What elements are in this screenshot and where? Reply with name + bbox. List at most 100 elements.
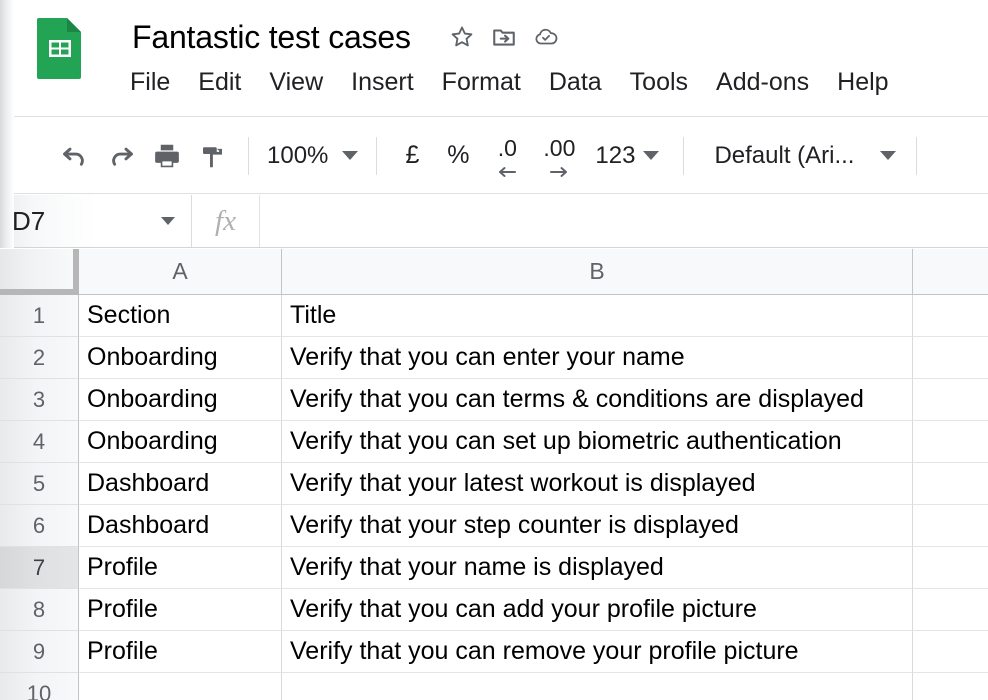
title-row: Fantastic test cases [132,12,559,62]
app-header: Fantastic test cases [0,0,988,117]
toolbar-separator-2 [376,137,377,175]
cell-A2[interactable]: Onboarding [79,337,282,379]
menu-add-ons[interactable]: Add-ons [702,68,823,97]
menu-help[interactable]: Help [823,68,902,97]
name-box-value: D7 [0,206,161,237]
currency-format-button[interactable]: £ [389,133,435,179]
paint-format-button[interactable] [190,133,236,179]
title-action-icons [449,24,559,50]
cell-B10[interactable] [282,673,913,700]
select-all-corner[interactable] [0,249,79,295]
grid-rows: 1SectionTitle2OnboardingVerify that you … [0,295,988,700]
zoom-dropdown[interactable]: 100% [261,133,364,179]
toolbar-separator-3 [683,137,684,175]
cell-A5[interactable]: Dashboard [79,463,282,505]
table-row: 4OnboardingVerify that you can set up bi… [0,421,988,463]
cell-A1[interactable]: Section [79,295,282,337]
cell-C9[interactable] [913,631,988,673]
cell-B3[interactable]: Verify that you can terms & conditions a… [282,379,913,421]
cell-A10[interactable] [79,673,282,700]
cell-A9[interactable]: Profile [79,631,282,673]
arrow-right-icon [533,166,585,178]
cell-C5[interactable] [913,463,988,505]
row-header[interactable]: 5 [0,463,79,505]
menu-data[interactable]: Data [535,68,616,97]
cell-C6[interactable] [913,505,988,547]
row-header[interactable]: 7 [0,547,79,589]
table-row: 3OnboardingVerify that you can terms & c… [0,379,988,421]
row-header[interactable]: 1 [0,295,79,337]
column-header-c[interactable] [913,249,988,295]
menu-view[interactable]: View [255,68,337,97]
cell-B1[interactable]: Title [282,295,913,337]
row-header[interactable]: 9 [0,631,79,673]
cell-B7[interactable]: Verify that your name is displayed [282,547,913,589]
fx-button[interactable]: fx [192,195,260,247]
cell-C3[interactable] [913,379,988,421]
table-row: 5DashboardVerify that your latest workou… [0,463,988,505]
redo-button[interactable] [98,133,144,179]
menu-file[interactable]: File [130,68,184,97]
toolbar-separator-4 [916,137,917,175]
table-row: 9ProfileVerify that you can remove your … [0,631,988,673]
decrease-decimal-label: .0 [481,135,533,162]
decrease-decimal-button[interactable]: .0 [481,133,533,179]
row-header[interactable]: 4 [0,421,79,463]
chevron-down-icon [643,151,659,160]
print-icon [152,141,182,171]
chevron-down-icon [342,151,358,160]
cell-C1[interactable] [913,295,988,337]
cell-B4[interactable]: Verify that you can set up biometric aut… [282,421,913,463]
column-header-b[interactable]: B [282,249,913,295]
cell-B5[interactable]: Verify that your latest workout is displ… [282,463,913,505]
cell-B2[interactable]: Verify that you can enter your name [282,337,913,379]
row-header[interactable]: 8 [0,589,79,631]
undo-button[interactable] [52,133,98,179]
cell-C4[interactable] [913,421,988,463]
function-icon: fx [215,205,236,238]
row-header[interactable]: 3 [0,379,79,421]
document-title[interactable]: Fantastic test cases [132,19,411,56]
table-row: 2OnboardingVerify that you can enter you… [0,337,988,379]
arrow-left-icon [481,166,533,178]
menu-insert[interactable]: Insert [337,68,428,97]
cell-C7[interactable] [913,547,988,589]
cell-A6[interactable]: Dashboard [79,505,282,547]
number-format-dropdown[interactable]: 123 [585,133,665,179]
cell-C2[interactable] [913,337,988,379]
increase-decimal-button[interactable]: .00 [533,133,585,179]
menu-format[interactable]: Format [428,68,535,97]
cell-A7[interactable]: Profile [79,547,282,589]
undo-icon [60,141,90,171]
font-family-dropdown[interactable]: Default (Ari... [714,133,896,179]
menu-tools[interactable]: Tools [616,68,702,97]
cell-B8[interactable]: Verify that you can add your profile pic… [282,589,913,631]
toolbar: 100% £ % .0 .00 123 [0,118,988,194]
cell-B9[interactable]: Verify that you can remove your profile … [282,631,913,673]
google-sheets-icon [36,16,84,81]
cell-A3[interactable]: Onboarding [79,379,282,421]
chevron-down-icon [880,151,896,160]
spreadsheet-grid: A B 1SectionTitle2OnboardingVerify that … [0,249,988,700]
row-header[interactable]: 2 [0,337,79,379]
number-format-label: 123 [595,142,635,170]
star-icon[interactable] [449,24,475,50]
cell-A8[interactable]: Profile [79,589,282,631]
row-header[interactable]: 6 [0,505,79,547]
cell-B6[interactable]: Verify that your step counter is display… [282,505,913,547]
google-sheets-window: Fantastic test cases [0,0,988,700]
percent-format-button[interactable]: % [435,133,481,179]
row-header[interactable]: 10 [0,673,79,700]
chevron-down-icon[interactable] [161,217,175,225]
cell-C10[interactable] [913,673,988,700]
column-header-a[interactable]: A [79,249,282,295]
print-button[interactable] [144,133,190,179]
move-to-folder-icon[interactable] [491,24,517,50]
name-box[interactable]: D7 [0,195,192,247]
cell-C8[interactable] [913,589,988,631]
formula-input[interactable] [260,195,988,247]
zoom-value: 100% [267,142,328,170]
menu-edit[interactable]: Edit [184,68,255,97]
cell-A4[interactable]: Onboarding [79,421,282,463]
cloud-saved-icon[interactable] [533,24,559,50]
